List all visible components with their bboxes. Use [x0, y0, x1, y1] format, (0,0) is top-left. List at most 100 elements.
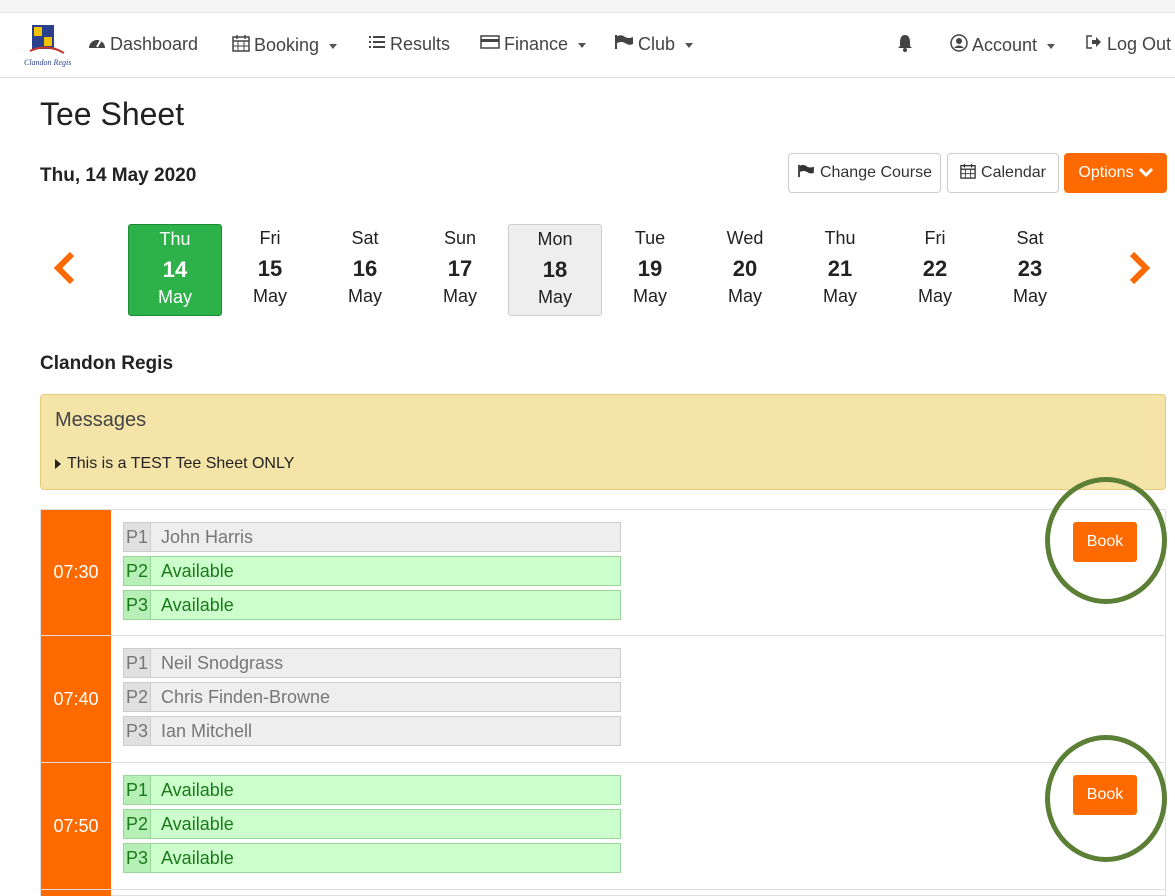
day-thu-21[interactable]: Thu 21 May [793, 224, 887, 316]
nav-account-label: Account [972, 35, 1038, 55]
day-month: May [252, 286, 287, 306]
day-name: Sat [351, 228, 379, 248]
day-name: Mon [537, 229, 573, 249]
day-name: Thu [159, 229, 191, 249]
day-sat-23[interactable]: Sat 23 May [983, 224, 1077, 316]
day-month: May [1012, 286, 1047, 306]
player-name: John Harris [161, 526, 254, 547]
player-position: P1 [124, 523, 151, 551]
caret-right-icon [55, 459, 61, 469]
player-position: P3 [124, 591, 151, 619]
sign-out-icon [1085, 34, 1103, 55]
club-logo[interactable]: Clandon Regis [22, 23, 72, 69]
nav-club-label: Club [638, 34, 676, 54]
day-sun-17[interactable]: Sun 17 May [413, 224, 507, 316]
day-number: 19 [637, 256, 663, 281]
player-position: P3 [124, 844, 151, 872]
day-number: 15 [257, 256, 283, 281]
player-position: P1 [124, 776, 151, 804]
list-icon [368, 34, 386, 55]
tee-time: 07:50 [41, 763, 111, 889]
player-row-available[interactable]: P3 Available [123, 590, 621, 620]
nav-dashboard-label: Dashboard [110, 34, 199, 54]
day-number: 20 [732, 256, 758, 281]
player-row-available[interactable]: P2 Available [123, 809, 621, 839]
player-name: Available [161, 560, 234, 581]
annotation-circle [1045, 477, 1167, 604]
player-row-available[interactable]: P1 Available [123, 775, 621, 805]
chevron-down-icon [578, 43, 587, 48]
player-position: P2 [124, 683, 151, 711]
day-month: May [727, 286, 762, 306]
user-circle-icon [950, 34, 968, 57]
player-name: Available [161, 594, 234, 615]
day-number: 18 [542, 257, 568, 282]
notifications-button[interactable] [896, 34, 914, 57]
flag-icon [614, 34, 634, 55]
day-name: Thu [824, 228, 856, 248]
player-position: P2 [124, 557, 151, 585]
tee-time-strip [41, 890, 111, 896]
calendar-button[interactable]: Calendar [947, 153, 1059, 193]
nav-club[interactable]: Club [614, 34, 694, 55]
calendar-icon [232, 34, 250, 57]
day-month: May [157, 287, 192, 307]
day-thu-14[interactable]: Thu 14 May [128, 224, 222, 316]
selected-date-label: Thu, 14 May 2020 [40, 165, 197, 186]
previous-days-arrow[interactable] [52, 250, 76, 286]
day-mon-18[interactable]: Mon 18 May [508, 224, 602, 316]
change-course-label: Change Course [819, 164, 933, 181]
options-label: Options [1078, 164, 1134, 181]
day-fri-15[interactable]: Fri 15 May [223, 224, 317, 316]
day-sat-16[interactable]: Sat 16 May [318, 224, 412, 316]
day-month: May [822, 286, 857, 306]
nav-results-label: Results [390, 34, 451, 54]
nav-booking-label: Booking [254, 35, 320, 55]
next-days-arrow[interactable] [1128, 250, 1152, 286]
chevron-left-icon [53, 251, 75, 285]
player-position: P3 [124, 717, 151, 745]
day-number: 17 [447, 256, 473, 281]
day-wed-20[interactable]: Wed 20 May [698, 224, 792, 316]
nav-dashboard[interactable]: Dashboard [88, 34, 198, 55]
svg-text:Clandon Regis: Clandon Regis [24, 58, 71, 67]
chevron-down-icon [685, 43, 694, 48]
nav-logout-label: Log Out [1107, 34, 1172, 54]
top-navbar: Clandon Regis Dashboard Booking Results … [0, 13, 1175, 78]
player-row-available[interactable]: P2 Available [123, 556, 621, 586]
message-item[interactable]: This is a TEST Tee Sheet ONLY [55, 455, 294, 473]
calendar-icon [960, 163, 976, 184]
player-row-available[interactable]: P3 Available [123, 843, 621, 873]
message-text: This is a TEST Tee Sheet ONLY [67, 455, 295, 472]
day-number: 16 [352, 256, 378, 281]
day-month: May [442, 286, 477, 306]
flag-icon [797, 164, 815, 183]
day-tue-19[interactable]: Tue 19 May [603, 224, 697, 316]
chevron-down-icon [1047, 44, 1056, 49]
day-fri-22[interactable]: Fri 22 May [888, 224, 982, 316]
tee-time: 07:30 [41, 510, 111, 635]
messages-panel: Messages This is a TEST Tee Sheet ONLY [40, 394, 1166, 490]
nav-logout[interactable]: Log Out [1085, 34, 1171, 55]
nav-finance[interactable]: Finance [480, 34, 587, 55]
player-row: P1 Neil Snodgrass [123, 648, 621, 678]
nav-account[interactable]: Account [950, 34, 1056, 57]
nav-booking[interactable]: Booking [232, 34, 338, 57]
tee-slot-0730: 07:30 P1 John Harris P2 Available P3 Ava… [40, 509, 1166, 636]
options-button[interactable]: Options [1064, 153, 1167, 193]
day-month: May [917, 286, 952, 306]
bell-icon [896, 34, 914, 57]
day-name: Sun [443, 228, 477, 248]
day-month: May [537, 287, 572, 307]
tee-slot-0750: 07:50 P1 Available P2 Available P3 Avail… [40, 763, 1166, 890]
nav-results[interactable]: Results [368, 34, 450, 55]
tee-slot-next [40, 890, 1166, 896]
player-name: Available [161, 779, 234, 800]
day-name: Fri [259, 228, 281, 248]
tee-slot-0740: 07:40 P1 Neil Snodgrass P2 Chris Finden-… [40, 636, 1166, 763]
chevron-down-icon [329, 44, 338, 49]
change-course-button[interactable]: Change Course [788, 153, 941, 193]
tee-time: 07:40 [41, 636, 111, 762]
player-name: Neil Snodgrass [161, 652, 284, 673]
browser-top-strip [0, 0, 1175, 13]
